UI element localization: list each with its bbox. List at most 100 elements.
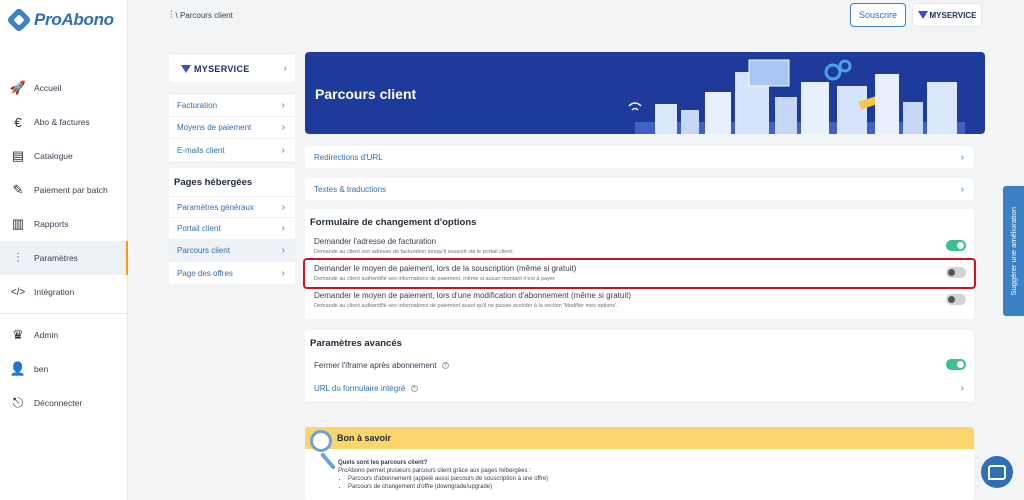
code-icon: </> — [10, 286, 26, 298]
sidebar-item-label: Déconnecter — [34, 398, 83, 408]
suggest-improvement-tab[interactable]: Suggérer une amélioration — [1003, 186, 1024, 316]
option-description: Demande au client son adresse de factura… — [314, 249, 514, 255]
option-description: Demande au client authentifié ses inform… — [314, 303, 618, 309]
option-title: Fermer l'iframe après abonnement — [314, 361, 437, 370]
section-title: Formulaire de changement d'options — [310, 217, 477, 228]
option-row: Demander le moyen de paiement, lors d'un… — [305, 287, 974, 314]
page-title: Parcours client — [315, 86, 417, 102]
tips-question: Quels sont les parcours client? — [338, 460, 428, 466]
sidebar-item-parametres[interactable]: ⫶ Paramètres — [0, 241, 128, 275]
options-form-card: Formulaire de changement d'options Deman… — [303, 209, 976, 319]
myservice-logo-icon — [181, 64, 191, 73]
sidebar-item-accueil[interactable]: 🚀 Accueil — [0, 71, 128, 105]
redirections-link[interactable]: Redirections d'URL › — [305, 146, 974, 168]
service-brand-label: MYSERVICE — [194, 63, 250, 74]
textes-card[interactable]: Textes & traductions › — [305, 178, 974, 200]
link-page-offres[interactable]: Page des offres › — [169, 262, 295, 284]
tips-list: Parcours d'abonnement (appelé aussi parc… — [338, 475, 974, 491]
option-title: Demander le moyen de paiement, lors d'un… — [314, 291, 631, 300]
tips-body: Quels sont les parcours client? ProAbono… — [305, 449, 974, 491]
advanced-card: Paramètres avancés Fermer l'iframe après… — [305, 330, 974, 401]
souscrire-button[interactable]: Souscrire — [850, 3, 906, 27]
iframe-toggle[interactable] — [946, 359, 966, 370]
option-toggle[interactable] — [946, 240, 966, 251]
logout-icon: ⎋ — [12, 395, 24, 410]
option-row-highlighted: Demander le moyen de paiement, lors de l… — [303, 258, 976, 289]
user-icon: 👤 — [9, 361, 27, 376]
tips-card: Bon à savoir Quels sont les parcours cli… — [305, 427, 974, 500]
catalog-icon: ▤ — [11, 148, 25, 163]
link-label: URL du formulaire intégré — [314, 383, 406, 393]
link-parametres-generaux[interactable]: Paramètres généraux › — [169, 196, 295, 218]
settings-links: Facturation › Moyens de paiement › E-mai… — [169, 95, 295, 161]
sidebar-item-rapports[interactable]: ▥ Rapports — [0, 207, 128, 241]
sidebar-item-user[interactable]: 👤 ben — [0, 352, 128, 386]
chevron-right-icon: › — [281, 223, 285, 234]
proabono-logo-icon — [6, 7, 32, 33]
link-emails-client[interactable]: E-mails client › — [169, 139, 295, 161]
link-label: Parcours client — [177, 246, 230, 255]
sidebar-item-label: Admin — [34, 330, 59, 340]
euro-icon: € — [14, 114, 22, 130]
sidebar-item-label: Paiement par batch — [34, 185, 108, 195]
help-icon[interactable]: ? — [410, 384, 418, 392]
textes-link[interactable]: Textes & traductions › — [305, 178, 974, 200]
sidebar-item-label: Paramètres — [34, 253, 78, 263]
link-portail-client[interactable]: Portail client › — [169, 218, 295, 240]
option-title: Demander le moyen de paiement, lors de l… — [314, 264, 577, 273]
url-formulaire-link[interactable]: URL du formulaire intégré ? › — [305, 377, 974, 399]
help-icon[interactable]: ? — [441, 362, 449, 370]
chevron-right-icon: › — [283, 63, 287, 74]
link-parcours-client[interactable]: Parcours client › — [169, 240, 295, 262]
chat-icon[interactable] — [981, 456, 1013, 488]
sidebar-item-admin[interactable]: ♛ Admin — [0, 318, 128, 352]
chevron-right-icon: › — [281, 267, 285, 279]
section-title: Paramètres avancés — [310, 338, 402, 349]
brand-name: ProAbono — [34, 10, 114, 29]
service-brand: MYSERVICE — [181, 64, 250, 74]
sidebar-item-abo-factures[interactable]: € Abo & factures — [0, 105, 128, 139]
chevron-right-icon: › — [960, 183, 964, 195]
link-moyens-paiement[interactable]: Moyens de paiement › — [169, 117, 295, 139]
city-illustration — [628, 59, 965, 134]
brand[interactable]: ProAbono — [6, 7, 114, 33]
redirections-card[interactable]: Redirections d'URL › — [305, 146, 974, 168]
sidebar-item-label: Rapports — [34, 219, 69, 229]
option-title: Demander l'adresse de facturation — [314, 237, 437, 246]
tips-bullet: Parcours d'abonnement (appelé aussi parc… — [348, 475, 974, 483]
link-label: E-mails client — [177, 145, 225, 155]
link-facturation[interactable]: Facturation › — [169, 95, 295, 117]
chevron-right-icon: › — [281, 201, 285, 213]
reports-icon: ▥ — [11, 216, 25, 231]
service-selector[interactable]: MYSERVICE › — [169, 55, 295, 82]
sidebar-item-integration[interactable]: </> Intégration — [0, 275, 128, 309]
chevron-right-icon: › — [960, 382, 964, 394]
breadcrumb-current: \ Parcours client — [175, 11, 233, 20]
sidebar: ProAbono 🚀 Accueil € Abo & factures ▤ Ca… — [0, 0, 128, 500]
sidebar-item-label: Intégration — [34, 287, 75, 297]
chevron-right-icon: › — [281, 100, 285, 111]
option-toggle[interactable] — [946, 294, 966, 305]
sidebar-item-label: ben — [34, 364, 49, 374]
magnifier-icon — [310, 430, 332, 452]
main-nav: 🚀 Accueil € Abo & factures ▤ Catalogue ✎… — [0, 71, 128, 420]
link-label: Moyens de paiement — [177, 123, 252, 132]
tips-title: Bon à savoir — [305, 427, 974, 449]
link-label: Page des offres — [177, 268, 233, 278]
chevron-right-icon: › — [281, 245, 285, 256]
sidebar-item-deconnecter[interactable]: ⎋ Déconnecter — [0, 386, 128, 420]
sidebar-item-label: Abo & factures — [34, 117, 90, 127]
option-row: Demander l'adresse de facturation Demand… — [305, 233, 974, 260]
settings-sliders-icon[interactable]: ⫶ — [170, 10, 173, 21]
sidebar-item-paiement-batch[interactable]: ✎ Paiement par batch — [0, 173, 128, 207]
service-switcher[interactable]: MYSERVICE — [912, 3, 982, 27]
service-name: MYSERVICE — [929, 10, 977, 20]
link-label: Portail client — [177, 224, 221, 233]
sidebar-item-label: Accueil — [34, 83, 62, 93]
sidebar-item-catalogue[interactable]: ▤ Catalogue — [0, 139, 128, 173]
sidebar-item-label: Catalogue — [34, 151, 73, 161]
option-toggle[interactable] — [946, 267, 966, 278]
link-label: Facturation — [177, 101, 218, 110]
chevron-right-icon: › — [281, 144, 285, 156]
batch-payment-icon: ✎ — [12, 182, 24, 197]
